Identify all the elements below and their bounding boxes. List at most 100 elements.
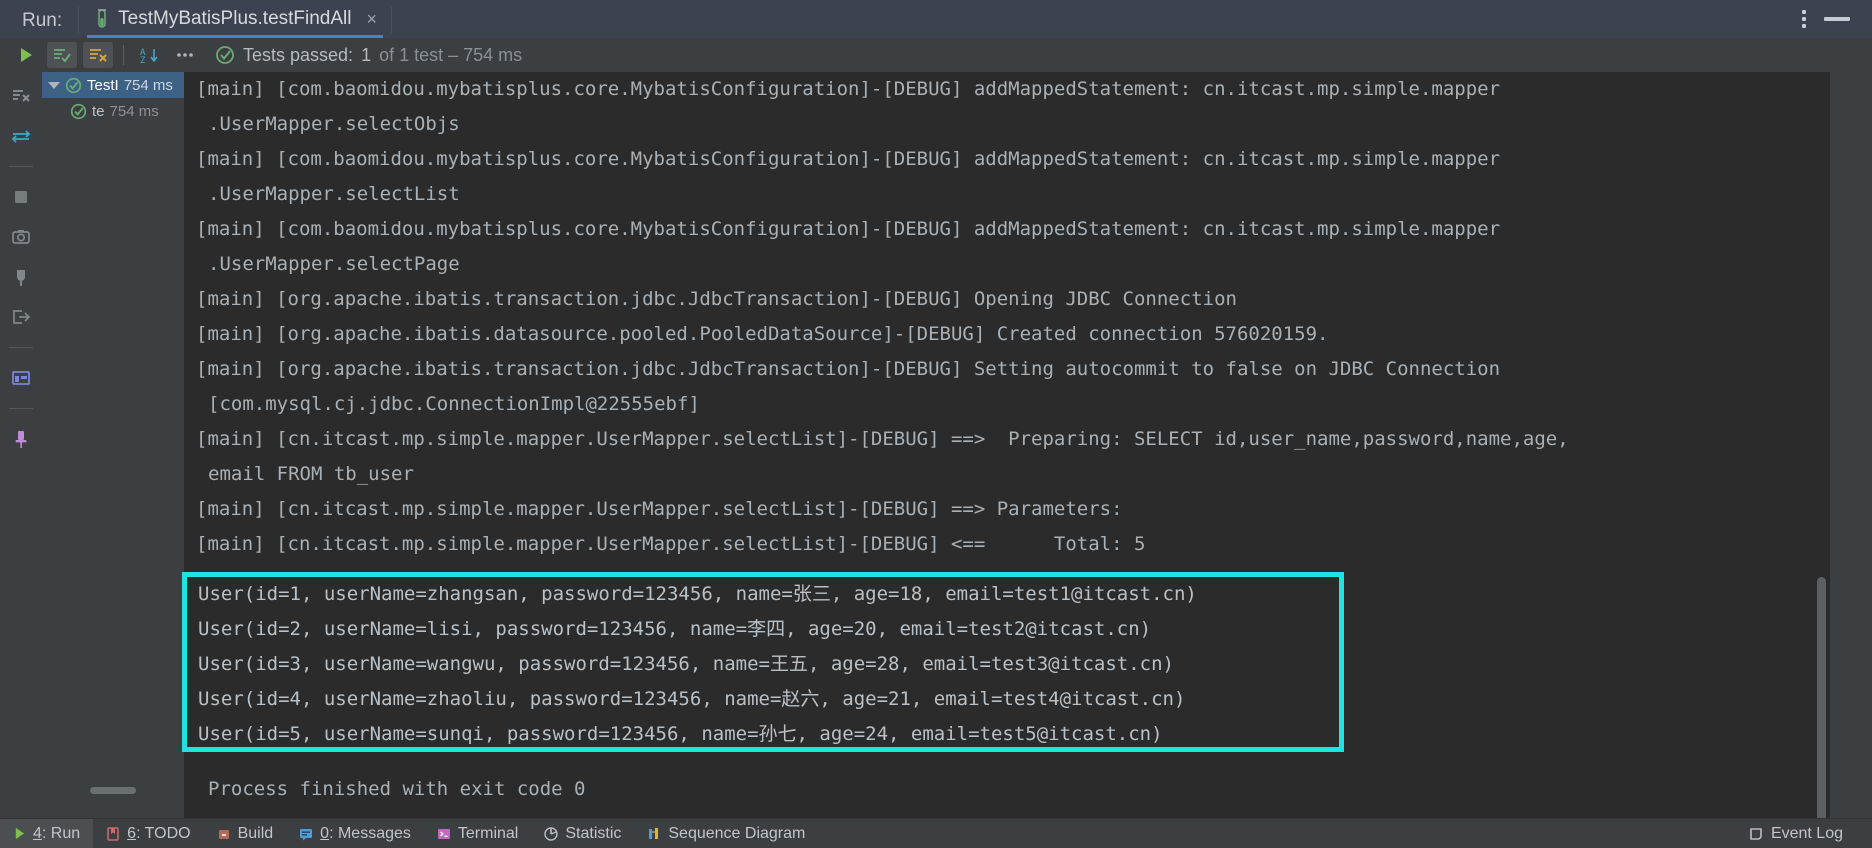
console-line: [main] [cn.itcast.mp.simple.mapper.UserM…	[196, 498, 1123, 520]
export-test-results-icon[interactable]	[6, 303, 36, 331]
console-line: email FROM tb_user	[208, 463, 414, 485]
hide-ignored-tests-button[interactable]	[83, 42, 113, 68]
status-bar-item-statistic[interactable]: Statistic	[531, 819, 634, 848]
show-passed-tests-button[interactable]	[47, 42, 77, 68]
console-line: [com.mysql.cj.jdbc.ConnectionImpl@22555e…	[208, 393, 700, 415]
status-bar-item-mnemonic: 4	[33, 824, 42, 842]
user-result-line: User(id=3, userName=wangwu, password=123…	[198, 653, 1174, 675]
gutter-divider-2	[9, 347, 33, 348]
layout-toggle-icon[interactable]	[6, 364, 36, 392]
status-bar-item-label: Sequence Diagram	[668, 825, 805, 843]
status-bar-item-run[interactable]: 4: Run	[0, 818, 94, 848]
close-icon[interactable]: ×	[367, 9, 378, 30]
status-bar-item-label: Build	[238, 825, 274, 843]
status-bar-item-todo[interactable]: 6: TODO	[93, 819, 203, 848]
status-bar-item-sequence-diagram[interactable]: Sequence Diagram	[634, 819, 818, 848]
pin-tab-icon[interactable]	[6, 425, 36, 453]
status-bar-item-mnemonic: 6	[127, 824, 137, 842]
test-tree-row-label: te	[92, 102, 105, 120]
gutter-divider-3	[9, 408, 33, 409]
status-bar-item-messages[interactable]: 0: Messages	[286, 819, 424, 848]
test-status-text: Tests passed: 1 of 1 test – 754 ms	[215, 45, 522, 66]
status-bar-item-text: Sequence Diagram	[668, 824, 806, 842]
console-line: [main] [org.apache.ibatis.datasource.poo…	[196, 323, 1329, 345]
console-line: [main] [com.baomidou.mybatisplus.core.My…	[196, 78, 1501, 100]
test-passed-icon	[70, 103, 87, 120]
user-result-line: User(id=2, userName=lisi, password=12345…	[198, 618, 1152, 640]
test-tree-horizontal-scrollbar[interactable]	[90, 787, 136, 794]
status-bar-item-terminal[interactable]: Terminal	[424, 819, 531, 848]
status-bar-item-text: : Run	[41, 824, 81, 842]
bottom-status-bar: 4: Run 6: TODO Build 0: Messages Terminal Sta…	[0, 818, 1872, 848]
test-tube-icon	[95, 9, 109, 29]
status-bar-item-text: : Messages	[329, 824, 411, 842]
sort-alphabetically-button[interactable]: A Z	[134, 42, 164, 68]
user-result-line: User(id=4, userName=zhaoliu, password=12…	[198, 688, 1186, 710]
console-line: .UserMapper.selectObjs	[208, 113, 460, 135]
test-tree-row-duration: 754 ms	[109, 102, 159, 120]
build-icon	[217, 827, 231, 841]
event-log-button[interactable]: Event Log	[1735, 819, 1856, 848]
attach-debugger-icon[interactable]	[6, 263, 36, 291]
gutter-divider-1	[9, 166, 33, 167]
user-result-line: User(id=1, userName=zhangsan, password=1…	[198, 583, 1197, 605]
status-bar-item-text: Build	[237, 824, 274, 842]
more-toolbar-options-button[interactable]	[170, 42, 200, 68]
status-bar-item-build[interactable]: Build	[204, 819, 287, 848]
run-tool-window-titlebar: Run: TestMyBatisPlus.testFindAll ×	[0, 0, 1872, 38]
test-tree-row-duration: 754 ms	[123, 76, 173, 94]
test-passed-icon	[65, 77, 82, 94]
titlebar-divider-2	[391, 7, 393, 33]
screenshot-icon[interactable]	[6, 223, 36, 251]
sequence-diagram-icon	[647, 827, 661, 841]
test-tree-row-method[interactable]: te 754 ms	[42, 98, 184, 124]
query-result-lines: User(id=1, userName=zhangsan, password=1…	[184, 577, 1344, 747]
todo-icon	[106, 826, 120, 841]
console-line: .UserMapper.selectPage	[208, 253, 460, 275]
console-line: [main] [cn.itcast.mp.simple.mapper.UserM…	[196, 533, 1146, 555]
console-line: [main] [cn.itcast.mp.simple.mapper.UserM…	[196, 428, 1569, 450]
status-bar-item-mnemonic: 0	[320, 824, 330, 842]
console-line: [main] [com.baomidou.mybatisplus.core.My…	[196, 218, 1501, 240]
stop-process-icon[interactable]	[6, 183, 36, 211]
console-line: [main] [org.apache.ibatis.transaction.jd…	[196, 358, 1501, 380]
console-line: .UserMapper.selectList	[208, 183, 460, 205]
status-bar-item-text: Terminal	[457, 824, 519, 842]
test-tree-row-label: TestI	[87, 76, 119, 94]
console-line: [main] [com.baomidou.mybatisplus.core.My…	[196, 148, 1501, 170]
tests-total-label: of 1 test – 754 ms	[379, 44, 523, 65]
run-configuration-tab-label: TestMyBatisPlus.testFindAll	[118, 8, 352, 29]
terminal-icon	[437, 827, 451, 841]
status-bar-item-label: Terminal	[458, 825, 518, 843]
tests-passed-label: Tests passed:	[243, 44, 354, 65]
tests-passed-icon	[215, 45, 235, 65]
status-bar-item-label: 4: Run	[33, 825, 80, 843]
statistic-icon	[544, 826, 559, 841]
run-configuration-tab[interactable]: TestMyBatisPlus.testFindAll ×	[79, 0, 392, 38]
run-toolbar: A Z Tests passed: 1 of 1 test – 754 ms	[0, 38, 1872, 72]
status-bar-item-label: 6: TODO	[127, 825, 190, 843]
expand-collapse-icon[interactable]	[6, 122, 36, 150]
tests-passed-count: 1	[361, 44, 372, 65]
filter-tests-icon[interactable]	[6, 82, 36, 110]
rerun-button[interactable]	[11, 42, 41, 68]
chevron-down-icon[interactable]	[48, 81, 60, 89]
status-bar-item-text: : TODO	[136, 824, 191, 842]
more-options-icon[interactable]	[1802, 10, 1806, 28]
status-bar-item-label: 0: Messages	[320, 825, 411, 843]
event-log-icon	[1748, 826, 1764, 842]
status-bar-item-label: Statistic	[565, 825, 621, 843]
console-exit-message: Process finished with exit code 0	[208, 778, 586, 800]
toolbar-divider	[123, 45, 124, 65]
test-tree-row-suite[interactable]: TestI 754 ms	[42, 72, 184, 98]
status-bar-item-text: Statistic	[565, 824, 622, 842]
console-vertical-scrollbar[interactable]	[1817, 577, 1826, 818]
test-results-tree: TestI 754 ms te 754 ms	[42, 72, 184, 818]
hide-tool-window-icon[interactable]	[1824, 17, 1850, 21]
console-line: [main] [org.apache.ibatis.transaction.jd…	[196, 288, 1237, 310]
event-log-label: Event Log	[1770, 824, 1843, 842]
left-icon-gutter	[0, 72, 42, 818]
messages-icon	[299, 827, 313, 841]
run-tool-window-label: Run:	[22, 10, 63, 31]
user-result-line: User(id=5, userName=sunqi, password=1234…	[198, 723, 1163, 745]
